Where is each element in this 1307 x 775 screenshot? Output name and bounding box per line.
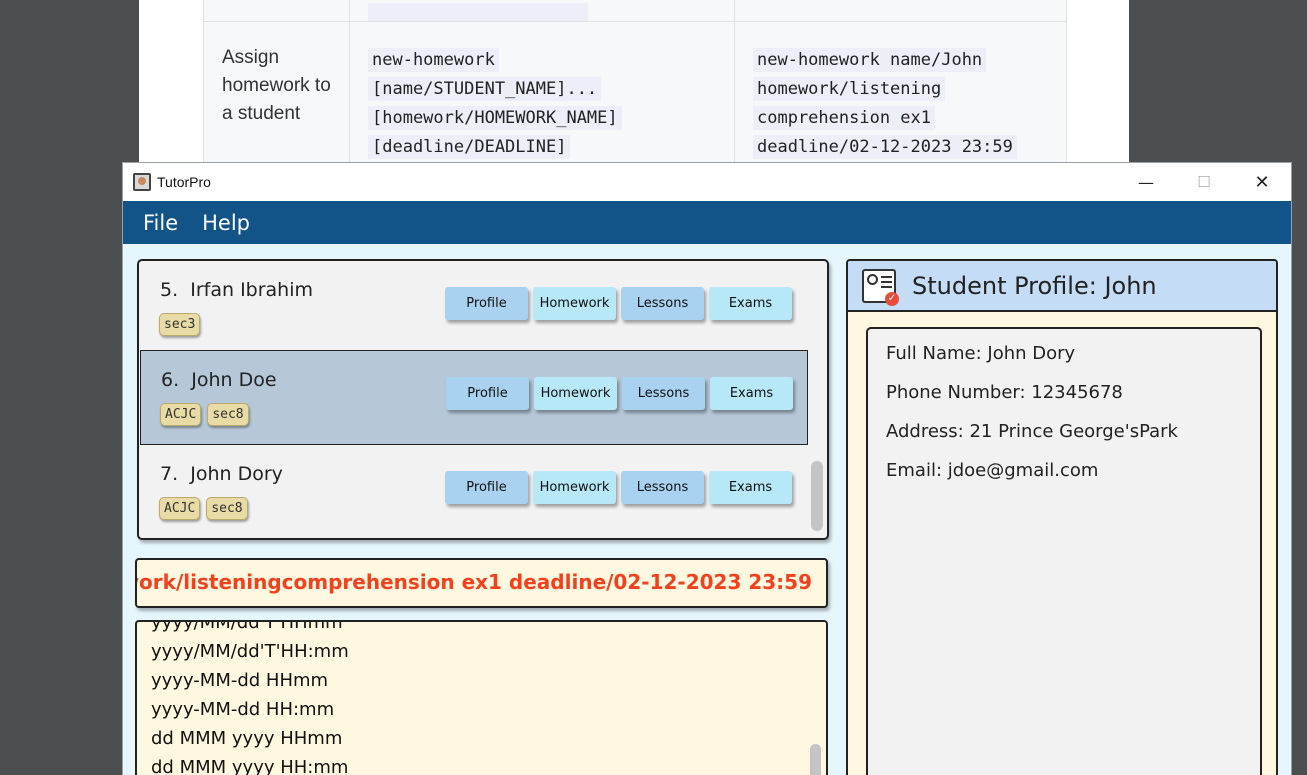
tag-group: ACJC sec8	[160, 403, 249, 426]
row-actions: Profile Homework Lessons Exams	[445, 471, 792, 504]
profile-button[interactable]: Profile	[445, 287, 528, 320]
format-line: [name/STUDENT_NAME]...	[368, 77, 602, 101]
list-item[interactable]: 7. John Dory ACJC sec8 Profile Homework …	[140, 445, 808, 538]
profile-email: Email: jdoe@gmail.com	[886, 460, 1099, 481]
table-row: Assign homework to a student new-homewor…	[203, 21, 1067, 163]
menu-help[interactable]: Help	[202, 211, 250, 235]
exams-button[interactable]: Exams	[709, 287, 792, 320]
student-profile-panel: ✓ Student Profile: John Full Name: John …	[846, 259, 1278, 775]
feedback-text: yyyy/MM/dd'T'HHmm yyyy/MM/dd'T'HH:mm yyy…	[151, 620, 349, 775]
row-actions: Profile Homework Lessons Exams	[446, 377, 793, 410]
student-tag: ACJC	[160, 403, 202, 426]
student-tag: sec8	[206, 497, 248, 520]
example-line: comprehension ex1	[753, 106, 935, 130]
homework-button[interactable]: Homework	[534, 377, 617, 410]
student-tag: sec3	[159, 313, 201, 336]
close-button[interactable]: ✕	[1233, 163, 1291, 201]
feedback-line: dd MMM yyyy HH:mm	[151, 757, 349, 775]
exams-button[interactable]: Exams	[710, 377, 793, 410]
profile-address: Address: 21 Prince George'sPark	[886, 421, 1178, 442]
student-name: 7. John Dory	[160, 463, 283, 485]
menu-file[interactable]: File	[143, 211, 178, 235]
profile-button[interactable]: Profile	[446, 377, 529, 410]
lessons-button[interactable]: Lessons	[621, 471, 704, 504]
profile-details: Full Name: John Dory Phone Number: 12345…	[866, 327, 1262, 775]
menu-bar: File Help	[123, 201, 1291, 244]
feedback-box[interactable]: yyyy/MM/dd'T'HHmm yyyy/MM/dd'T'HH:mm yyy…	[135, 620, 828, 775]
list-item[interactable]: 5. Irfan Ibrahim sec3 Profile Homework L…	[140, 261, 808, 356]
example-line: new-homework name/John	[753, 48, 987, 72]
tutorpro-window: TutorPro — ☐ ✕ File Help 5. Irfan Ibrahi…	[122, 162, 1292, 775]
homework-button[interactable]: Homework	[533, 287, 616, 320]
table-row	[203, 0, 1067, 22]
tag-group: ACJC sec8	[159, 497, 248, 520]
command-example: new-homework name/John homework/listenin…	[734, 21, 1067, 163]
title-bar[interactable]: TutorPro — ☐ ✕	[123, 163, 1291, 201]
list-item-selected[interactable]: 6. John Doe ACJC sec8 Profile Homework L…	[140, 350, 808, 445]
example-line: homework/listening	[753, 77, 946, 101]
lessons-button[interactable]: Lessons	[622, 377, 705, 410]
command-box[interactable]: new-homework name/John homework/listenin…	[135, 558, 828, 608]
student-list-scrollbar[interactable]	[811, 461, 823, 531]
student-name: 6. John Doe	[161, 369, 277, 391]
lessons-button[interactable]: Lessons	[621, 287, 704, 320]
window-title: TutorPro	[157, 174, 211, 190]
command-text: new-homework name/John homework/listenin…	[137, 570, 812, 594]
command-description: Assign homework to a student	[203, 21, 350, 163]
command-summary-table: Assign homework to a student new-homewor…	[203, 0, 1067, 163]
student-list[interactable]: 5. Irfan Ibrahim sec3 Profile Homework L…	[137, 259, 829, 540]
profile-button[interactable]: Profile	[445, 471, 528, 504]
profile-full-name: Full Name: John Dory	[886, 343, 1076, 364]
app-logo-icon	[133, 173, 151, 191]
format-line: [homework/HOMEWORK_NAME]	[368, 106, 622, 130]
profile-title: Student Profile: John	[912, 271, 1157, 300]
tag-group: sec3	[159, 313, 201, 336]
command-format: new-homework [name/STUDENT_NAME]... [hom…	[349, 21, 735, 163]
maximize-button[interactable]: ☐	[1175, 163, 1233, 201]
feedback-line: dd MMM yyyy HHmm	[151, 728, 343, 749]
student-tag: ACJC	[159, 497, 201, 520]
example-line: deadline/02-12-2023 23:59	[753, 135, 1017, 159]
feedback-line: yyyy-MM-dd HH:mm	[151, 699, 335, 720]
feedback-scrollbar[interactable]	[810, 744, 821, 775]
profile-header: ✓ Student Profile: John	[848, 261, 1276, 312]
student-name: 5. Irfan Ibrahim	[160, 279, 314, 301]
homework-button[interactable]: Homework	[533, 471, 616, 504]
student-tag: sec8	[207, 403, 249, 426]
feedback-line: yyyy-MM-dd HHmm	[151, 670, 329, 691]
format-line: [deadline/DEADLINE]	[368, 135, 571, 159]
exams-button[interactable]: Exams	[709, 471, 792, 504]
row-actions: Profile Homework Lessons Exams	[445, 287, 792, 320]
feedback-line: yyyy/MM/dd'T'HH:mm	[151, 641, 349, 662]
profile-phone: Phone Number: 12345678	[886, 382, 1123, 403]
format-line: new-homework	[368, 48, 499, 72]
minimize-button[interactable]: —	[1117, 163, 1175, 201]
profile-card-icon: ✓	[862, 268, 899, 306]
feedback-line: yyyy/MM/dd'T'HHmm	[151, 620, 343, 633]
